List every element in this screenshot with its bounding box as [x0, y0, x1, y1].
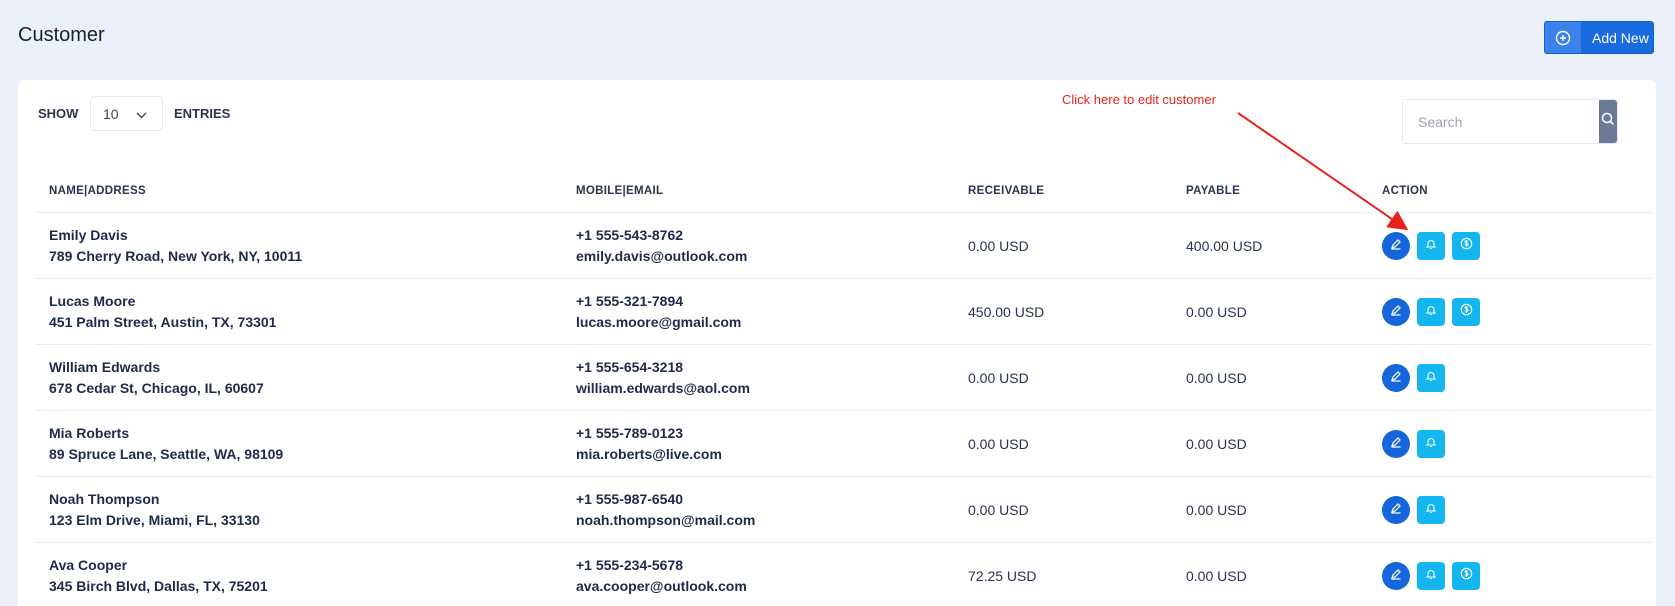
customer-name: Mia Roberts — [49, 424, 130, 441]
payment-button[interactable] — [1452, 297, 1480, 326]
plus-circle-icon — [1545, 22, 1581, 53]
table-row: William Edwards 678 Cedar St, Chicago, IL… — [36, 345, 1654, 411]
payable-amount: 0.00 USD — [1186, 567, 1247, 584]
receivable-amount: 450.00 USD — [968, 303, 1045, 320]
customer-mobile: +1 555-234-5678 — [576, 556, 684, 573]
customer-name: Emily Davis — [49, 226, 128, 243]
entries-label: ENTRIES — [174, 106, 231, 121]
payment-button[interactable] — [1452, 231, 1480, 260]
customer-email: william.edwards@aol.com — [576, 379, 750, 396]
payable-amount: 0.00 USD — [1186, 435, 1247, 452]
customer-address: 89 Spruce Lane, Seattle, WA, 98109 — [49, 445, 284, 462]
notify-customer-button[interactable] — [1417, 561, 1445, 590]
receivable-amount: 72.25 USD — [968, 567, 1037, 584]
header-action: ACTION — [1382, 185, 1428, 197]
table-row: Lucas Moore 451 Palm Street, Austin, TX, … — [36, 279, 1654, 345]
edit-customer-button[interactable] — [1382, 297, 1410, 326]
dollar-icon — [1460, 567, 1473, 585]
header-payable: PAYABLE — [1186, 185, 1241, 197]
pencil-icon — [1390, 501, 1402, 519]
customer-address: 123 Elm Drive, Miami, FL, 33130 — [49, 511, 260, 528]
customer-email: mia.roberts@live.com — [576, 445, 722, 462]
edit-customer-button[interactable] — [1382, 561, 1410, 590]
customer-address: 451 Palm Street, Austin, TX, 73301 — [49, 313, 277, 330]
table-row: Noah Thompson 123 Elm Drive, Miami, FL, 3… — [36, 477, 1654, 543]
pencil-icon — [1390, 435, 1402, 453]
notify-customer-button[interactable] — [1417, 297, 1445, 326]
customer-name: William Edwards — [49, 358, 161, 375]
dollar-icon — [1460, 303, 1473, 321]
customer-email: emily.davis@outlook.com — [576, 247, 748, 264]
page-title: Customer — [18, 24, 105, 46]
receivable-amount: 0.00 USD — [968, 435, 1029, 452]
receivable-amount: 0.00 USD — [968, 501, 1029, 518]
show-label: SHOW — [38, 106, 79, 121]
customer-mobile: +1 555-654-3218 — [576, 358, 684, 375]
header-mobile-email: MOBILE|EMAIL — [576, 185, 664, 197]
customer-table: NAME|ADDRESS MOBILE|EMAIL RECEIVABLE PAY… — [36, 170, 1654, 606]
bell-icon — [1425, 369, 1437, 387]
pencil-icon — [1390, 237, 1402, 255]
edit-customer-button[interactable] — [1382, 495, 1410, 524]
table-row: Emily Davis 789 Cherry Road, New York, NY… — [36, 213, 1654, 279]
bell-icon — [1425, 435, 1437, 453]
bell-icon — [1425, 303, 1437, 321]
add-new-button[interactable]: Add New — [1544, 21, 1654, 54]
bell-icon — [1425, 501, 1437, 519]
customer-mobile: +1 555-789-0123 — [576, 424, 684, 441]
customer-email: lucas.moore@gmail.com — [576, 313, 742, 330]
search-button[interactable] — [1599, 100, 1617, 143]
customer-address: 345 Birch Blvd, Dallas, TX, 75201 — [49, 577, 268, 594]
edit-customer-button[interactable] — [1382, 429, 1410, 458]
header-receivable: RECEIVABLE — [968, 185, 1045, 197]
customer-address: 678 Cedar St, Chicago, IL, 60607 — [49, 379, 264, 396]
notify-customer-button[interactable] — [1417, 495, 1445, 524]
edit-customer-button[interactable] — [1382, 363, 1410, 392]
customer-mobile: +1 555-987-6540 — [576, 490, 684, 507]
search-input[interactable] — [1403, 100, 1599, 143]
customer-name: Lucas Moore — [49, 292, 136, 309]
bell-icon — [1425, 567, 1437, 585]
pencil-icon — [1390, 303, 1402, 321]
payable-amount: 400.00 USD — [1186, 237, 1263, 254]
customer-mobile: +1 555-321-7894 — [576, 292, 684, 309]
receivable-amount: 0.00 USD — [968, 369, 1029, 386]
customer-table-card: SHOW 10 ENTRIES NAME|ADDRESS MOBILE|EMAI… — [18, 80, 1656, 606]
annotation-note: Click here to edit customer — [1062, 92, 1216, 107]
notify-customer-button[interactable] — [1417, 363, 1445, 392]
customer-email: ava.cooper@outlook.com — [576, 577, 747, 594]
entries-value: 10 — [103, 105, 119, 122]
header-name-address: NAME|ADDRESS — [49, 185, 146, 197]
dollar-icon — [1460, 237, 1473, 255]
customer-address: 789 Cherry Road, New York, NY, 10011 — [49, 247, 303, 264]
customer-name: Noah Thompson — [49, 490, 160, 507]
customer-name: Ava Cooper — [49, 556, 128, 573]
payment-button[interactable] — [1452, 561, 1480, 590]
table-header: NAME|ADDRESS MOBILE|EMAIL RECEIVABLE PAY… — [36, 170, 1654, 213]
pencil-icon — [1390, 369, 1402, 387]
customer-email: noah.thompson@mail.com — [576, 511, 756, 528]
edit-customer-button[interactable] — [1382, 231, 1410, 260]
customer-mobile: +1 555-543-8762 — [576, 226, 684, 243]
search-box — [1402, 99, 1618, 144]
payable-amount: 0.00 USD — [1186, 501, 1247, 518]
receivable-amount: 0.00 USD — [968, 237, 1029, 254]
chevron-down-icon — [136, 106, 147, 122]
search-icon — [1601, 112, 1615, 131]
entries-select[interactable]: 10 — [90, 96, 163, 131]
table-row: Ava Cooper 345 Birch Blvd, Dallas, TX, 75… — [36, 543, 1654, 606]
table-row: Mia Roberts 89 Spruce Lane, Seattle, WA, … — [36, 411, 1654, 477]
bell-icon — [1425, 237, 1437, 255]
notify-customer-button[interactable] — [1417, 429, 1445, 458]
pencil-icon — [1390, 567, 1402, 585]
payable-amount: 0.00 USD — [1186, 303, 1247, 320]
payable-amount: 0.00 USD — [1186, 369, 1247, 386]
add-new-label: Add New — [1592, 29, 1649, 46]
notify-customer-button[interactable] — [1417, 231, 1445, 260]
